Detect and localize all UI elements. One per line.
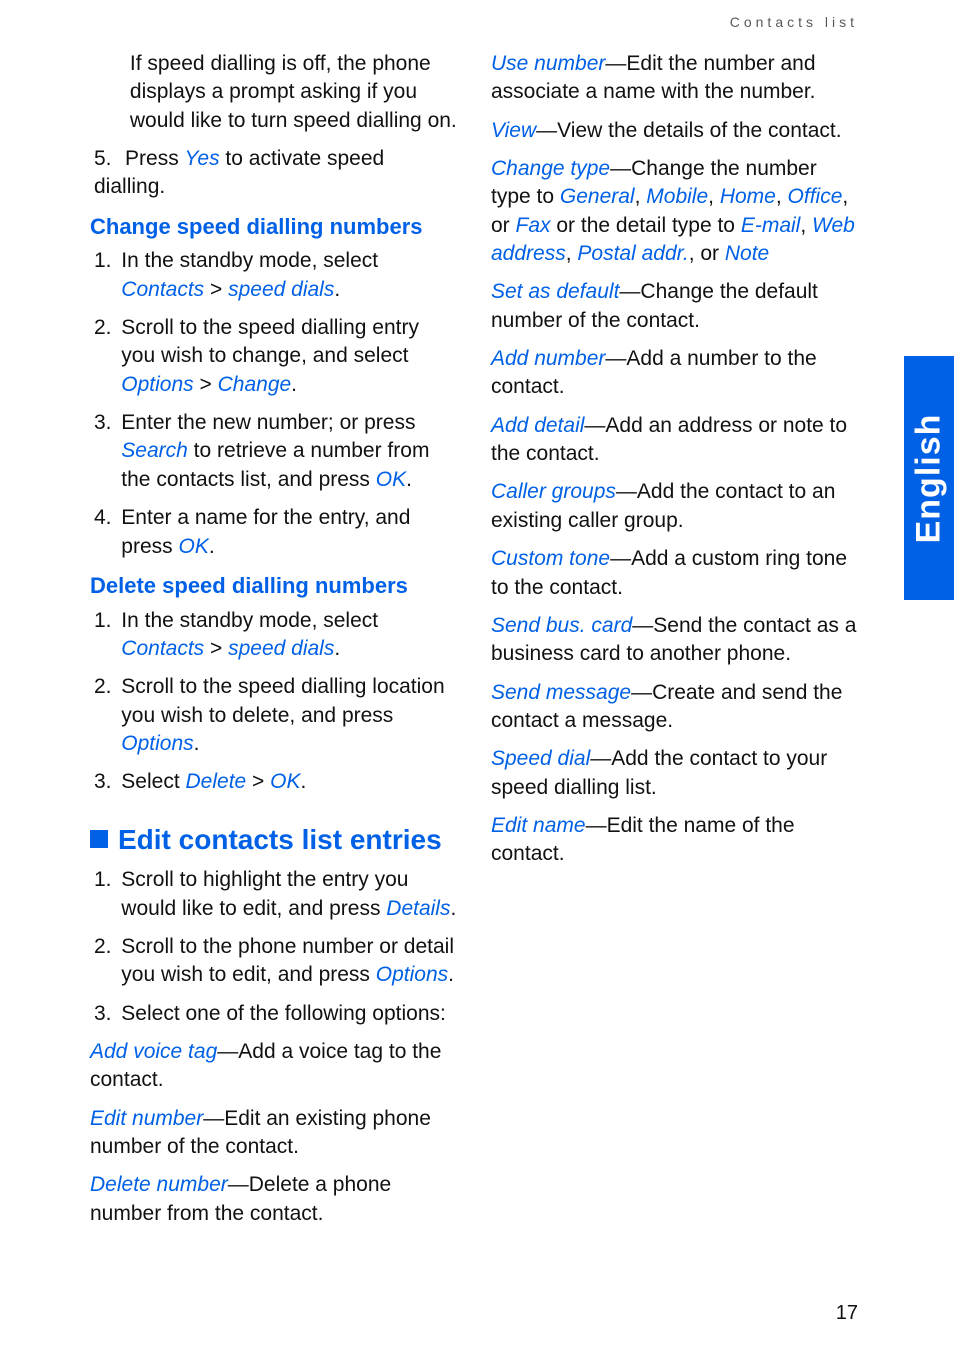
ok-link[interactable]: OK bbox=[270, 770, 300, 793]
step-5-activate: 5. Press Yes to activate speed dialling. bbox=[90, 145, 457, 202]
caller-groups-link[interactable]: Caller groups bbox=[491, 480, 616, 503]
opt-use-number: Use number—Edit the number and associate… bbox=[491, 50, 858, 107]
change-type-link[interactable]: Change type bbox=[491, 157, 610, 180]
options-link[interactable]: Options bbox=[121, 732, 193, 755]
general-link[interactable]: General bbox=[560, 185, 635, 208]
heading-edit-contacts: Edit contacts list entries bbox=[118, 821, 442, 859]
add-detail-link[interactable]: Add detail bbox=[491, 414, 584, 437]
options-link[interactable]: Options bbox=[376, 963, 448, 986]
office-link[interactable]: Office bbox=[788, 185, 843, 208]
details-link[interactable]: Details bbox=[386, 897, 450, 920]
opt-add-voice-tag: Add voice tag—Add a voice tag to the con… bbox=[90, 1038, 457, 1095]
send-message-link[interactable]: Send message bbox=[491, 681, 631, 704]
fax-link[interactable]: Fax bbox=[516, 214, 551, 237]
home-link[interactable]: Home bbox=[720, 185, 776, 208]
speed-dials-link[interactable]: speed dials bbox=[228, 637, 334, 660]
page-number: 17 bbox=[836, 1302, 858, 1325]
opt-set-default: Set as default—Change the default number… bbox=[491, 278, 858, 335]
yes-link[interactable]: Yes bbox=[185, 147, 220, 170]
heading-delete-speed-dialling: Delete speed dialling numbers bbox=[90, 571, 457, 601]
opt-add-number: Add number—Add a number to the contact. bbox=[491, 345, 858, 402]
add-voice-tag-link[interactable]: Add voice tag bbox=[90, 1040, 217, 1063]
language-tab: English bbox=[904, 356, 954, 600]
contacts-link[interactable]: Contacts bbox=[121, 278, 204, 301]
heading-edit-contacts-row: Edit contacts list entries bbox=[90, 821, 457, 859]
change-step-2: Scroll to the speed dialling entry you w… bbox=[117, 314, 457, 399]
manual-page: Contacts list English If speed dialling … bbox=[0, 0, 954, 1353]
change-step-4: Enter a name for the entry, and press OK… bbox=[117, 504, 457, 561]
edit-step-2: Scroll to the phone number or detail you… bbox=[117, 933, 457, 990]
opt-add-detail: Add detail—Add an address or note to the… bbox=[491, 412, 858, 469]
speed-dials-link[interactable]: speed dials bbox=[228, 278, 334, 301]
running-header: Contacts list bbox=[730, 14, 858, 30]
opt-send-message: Send message—Create and send the contact… bbox=[491, 679, 858, 736]
delete-step-2: Scroll to the speed dialling location yo… bbox=[117, 673, 457, 758]
view-link[interactable]: View bbox=[491, 119, 536, 142]
delete-step-1: In the standby mode, select Contacts > s… bbox=[117, 607, 457, 664]
heading-bullet-icon bbox=[90, 830, 108, 848]
opt-delete-number: Delete number—Delete a phone number from… bbox=[90, 1171, 457, 1228]
options-link[interactable]: Options bbox=[121, 373, 193, 396]
edit-step-1: Scroll to highlight the entry you would … bbox=[117, 866, 457, 923]
opt-speed-dial: Speed dial—Add the contact to your speed… bbox=[491, 745, 858, 802]
add-number-link[interactable]: Add number bbox=[491, 347, 605, 370]
language-tab-label: English bbox=[910, 413, 949, 543]
edit-number-link[interactable]: Edit number bbox=[90, 1107, 203, 1130]
body-columns: If speed dialling is off, the phone disp… bbox=[90, 50, 858, 1283]
opt-edit-name: Edit name—Edit the name of the contact. bbox=[491, 812, 858, 869]
mobile-link[interactable]: Mobile bbox=[646, 185, 708, 208]
delete-step-3: Select Delete > OK. bbox=[117, 768, 457, 796]
opt-change-type: Change type—Change the number type to Ge… bbox=[491, 155, 858, 268]
delete-number-link[interactable]: Delete number bbox=[90, 1173, 228, 1196]
edit-name-link[interactable]: Edit name bbox=[491, 814, 586, 837]
speed-off-note: If speed dialling is off, the phone disp… bbox=[130, 50, 457, 135]
contacts-link[interactable]: Contacts bbox=[121, 637, 204, 660]
postal-addr-link[interactable]: Postal addr. bbox=[577, 242, 688, 265]
ok-link[interactable]: OK bbox=[178, 535, 208, 558]
delete-link[interactable]: Delete bbox=[186, 770, 247, 793]
note-link[interactable]: Note bbox=[725, 242, 769, 265]
send-bus-card-link[interactable]: Send bus. card bbox=[491, 614, 632, 637]
opt-send-bus-card: Send bus. card—Send the contact as a bus… bbox=[491, 612, 858, 669]
set-as-default-link[interactable]: Set as default bbox=[491, 280, 619, 303]
speed-dial-link[interactable]: Speed dial bbox=[491, 747, 590, 770]
change-step-1: In the standby mode, select Contacts > s… bbox=[117, 247, 457, 304]
heading-change-speed-dialling: Change speed dialling numbers bbox=[90, 212, 457, 242]
edit-step-3: Select one of the following options: bbox=[117, 1000, 457, 1028]
change-step-3: Enter the new number; or press Search to… bbox=[117, 409, 457, 494]
custom-tone-link[interactable]: Custom tone bbox=[491, 547, 610, 570]
opt-caller-groups: Caller groups—Add the contact to an exis… bbox=[491, 478, 858, 535]
opt-view: View—View the details of the contact. bbox=[491, 117, 858, 145]
use-number-link[interactable]: Use number bbox=[491, 52, 605, 75]
opt-custom-tone: Custom tone—Add a custom ring tone to th… bbox=[491, 545, 858, 602]
search-link[interactable]: Search bbox=[121, 439, 188, 462]
opt-edit-number: Edit number—Edit an existing phone numbe… bbox=[90, 1105, 457, 1162]
email-link[interactable]: E-mail bbox=[741, 214, 801, 237]
change-link[interactable]: Change bbox=[218, 373, 292, 396]
ok-link[interactable]: OK bbox=[376, 468, 406, 491]
